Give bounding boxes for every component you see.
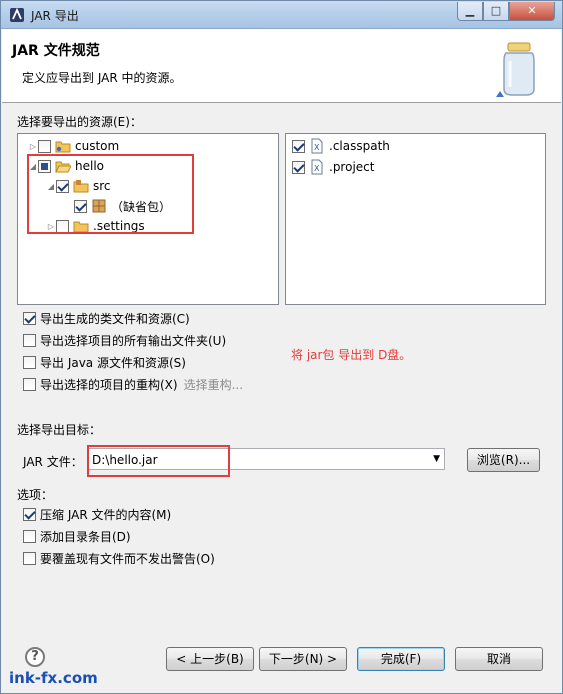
resources-label: 选择要导出的资源(E)： <box>17 115 142 129</box>
file-item-classpath[interactable]: X .classpath <box>292 136 390 156</box>
option-label: 要覆盖现有文件而不发出警告(O) <box>40 551 215 566</box>
highlight-annotation-box <box>27 154 194 234</box>
eclipse-app-icon <box>10 7 24 22</box>
title-bar[interactable]: JAR 导出 ▁ □ ✕ <box>1 1 562 29</box>
export-refactorings-option[interactable]: 导出选择的项目的重构(X) 选择重构... <box>23 374 243 394</box>
checkbox[interactable] <box>23 529 36 543</box>
tree-item-label: custom <box>75 139 120 153</box>
checkbox[interactable] <box>23 355 36 369</box>
maximize-button[interactable]: □ <box>483 2 509 21</box>
xml-file-icon: X <box>311 138 323 154</box>
compress-option[interactable]: 压缩 JAR 文件的内容(M) <box>23 504 171 524</box>
checkbox[interactable] <box>23 333 36 347</box>
highlight-annotation-box <box>87 445 230 477</box>
close-button[interactable]: ✕ <box>509 2 555 21</box>
svg-text:X: X <box>314 164 320 173</box>
export-output-folders-option[interactable]: 导出选择项目的所有输出文件夹(U) <box>23 330 226 350</box>
tree-item-custom[interactable]: ▷ custom <box>28 136 119 156</box>
destination-label: 选择导出目标： <box>17 423 102 437</box>
help-icon[interactable]: ? <box>25 647 45 667</box>
cancel-button[interactable]: 取消 <box>455 647 543 671</box>
file-item-project[interactable]: X .project <box>292 157 374 177</box>
finish-button[interactable]: 完成(F) <box>357 647 445 671</box>
minimize-icon: ▁ <box>465 4 475 17</box>
page-description: 定义应导出到 JAR 中的资源。 <box>22 71 182 85</box>
select-refactorings-link[interactable]: 选择重构... <box>184 376 243 393</box>
export-java-source-option[interactable]: 导出 Java 源文件和资源(S) <box>23 352 186 372</box>
next-button[interactable]: 下一步(N) > <box>259 647 347 671</box>
window-title: JAR 导出 <box>31 9 79 23</box>
add-directory-entries-option[interactable]: 添加目录条目(D) <box>23 526 131 546</box>
dropdown-arrow-icon[interactable]: ▼ <box>433 454 440 464</box>
file-list[interactable]: X .classpath X .project <box>285 133 546 305</box>
back-button[interactable]: < 上一步(B) <box>166 647 254 671</box>
checkbox[interactable] <box>292 160 305 174</box>
option-label: 导出 Java 源文件和资源(S) <box>40 355 186 370</box>
svg-text:X: X <box>314 143 320 152</box>
option-label: 添加目录条目(D) <box>40 529 131 544</box>
expand-arrow-icon[interactable]: ▷ <box>28 142 38 151</box>
checkbox[interactable] <box>292 139 305 153</box>
option-label: 压缩 JAR 文件的内容(M) <box>40 507 172 522</box>
watermark: ink-fx.com <box>9 669 98 687</box>
browse-button[interactable]: 浏览(R)... <box>467 448 540 472</box>
annotation-note: 将 jar包 导出到 D盘。 <box>291 348 412 362</box>
file-item-label: .project <box>329 160 375 174</box>
option-label: 导出选择的项目的重构(X) <box>40 377 178 392</box>
overwrite-option[interactable]: 要覆盖现有文件而不发出警告(O) <box>23 548 215 568</box>
close-icon: ✕ <box>527 4 537 17</box>
options-label: 选项： <box>17 488 54 502</box>
checkbox[interactable] <box>23 507 36 521</box>
project-icon <box>55 141 71 153</box>
file-item-label: .classpath <box>329 139 390 153</box>
maximize-icon: □ <box>490 4 502 17</box>
checkbox[interactable] <box>23 311 36 325</box>
option-label: 导出选择项目的所有输出文件夹(U) <box>40 333 227 348</box>
jar-file-label: JAR 文件： <box>23 455 83 469</box>
jar-export-dialog: JAR 导出 ▁ □ ✕ JAR 文件规范 定义应导出到 JAR 中的资源。 选… <box>0 0 563 694</box>
checkbox[interactable] <box>23 551 36 565</box>
checkbox[interactable] <box>38 139 51 153</box>
option-label: 导出生成的类文件和资源(C) <box>40 311 190 326</box>
export-classes-option[interactable]: 导出生成的类文件和资源(C) <box>23 308 190 328</box>
checkbox[interactable] <box>23 377 36 391</box>
wizard-header: JAR 文件规范 定义应导出到 JAR 中的资源。 <box>2 29 561 103</box>
page-title: JAR 文件规范 <box>12 43 100 59</box>
jar-icon <box>496 42 535 97</box>
minimize-button[interactable]: ▁ <box>457 2 483 21</box>
xml-file-icon: X <box>311 159 323 175</box>
